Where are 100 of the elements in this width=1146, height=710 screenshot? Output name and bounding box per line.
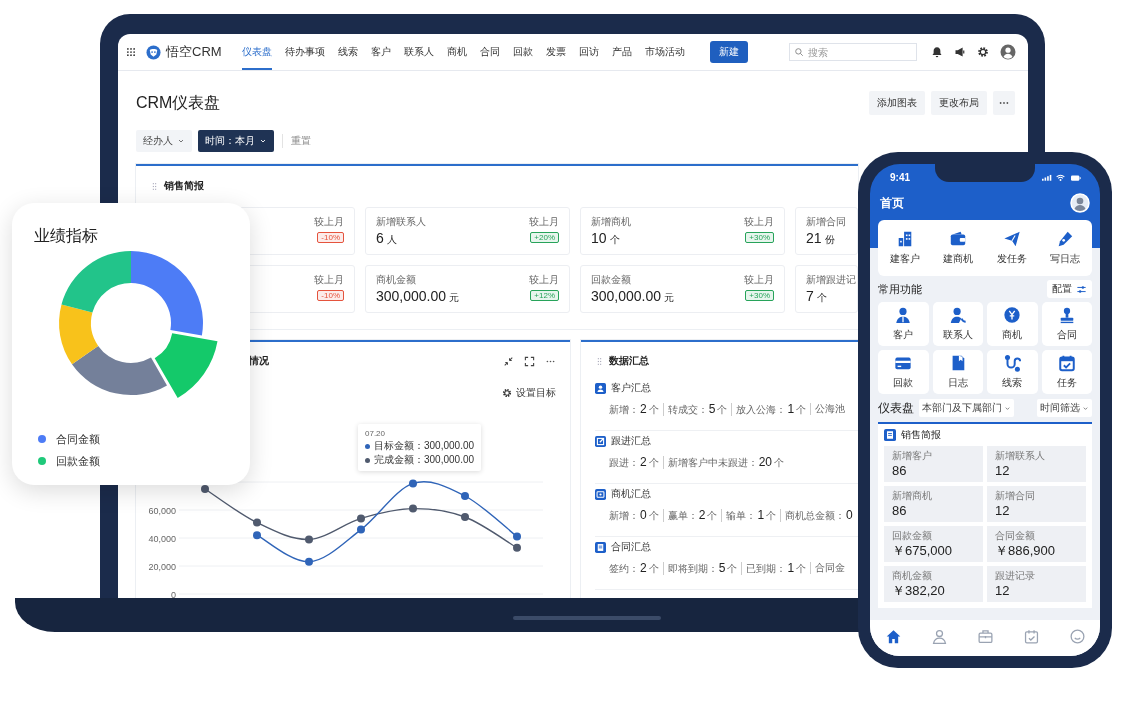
gear-icon: [502, 388, 512, 398]
settings-icon[interactable]: [977, 46, 989, 58]
panel-title: 销售简报: [164, 179, 204, 193]
change-badge: +20%: [530, 232, 559, 243]
drag-handle-icon[interactable]: [150, 181, 159, 191]
card-title: 新增联系人: [376, 215, 426, 228]
tile-value: ￥886,900: [995, 542, 1056, 559]
signal-icon: [1041, 172, 1052, 182]
data-point[interactable]: [513, 532, 521, 541]
reset-link[interactable]: 重置: [282, 134, 311, 148]
section-title: 跟进汇总: [611, 434, 651, 448]
tooltip-date: 07.20: [365, 428, 387, 439]
quick-action-button[interactable]: 发任务: [985, 220, 1039, 276]
dept-dropdown[interactable]: 本部门及下属部门: [919, 399, 1014, 417]
function-tile[interactable]: 回款: [878, 350, 929, 394]
function-tile[interactable]: 线索: [987, 350, 1038, 394]
data-point[interactable]: [461, 513, 469, 521]
nav-tab[interactable]: 待办事项: [284, 34, 325, 70]
compare-label: 较上月: [529, 215, 559, 228]
data-point[interactable]: [357, 514, 365, 523]
tile-label: 新增联系人: [995, 450, 1046, 462]
change-badge: +12%: [530, 290, 559, 301]
stat-text: 新增客户中未跟进：20 个: [662, 455, 789, 469]
data-point[interactable]: [305, 535, 313, 544]
card-title: 新增商机: [591, 215, 631, 228]
data-point[interactable]: [409, 479, 417, 488]
nav-tab[interactable]: 市场活动: [644, 34, 685, 70]
pen-icon: [1056, 230, 1075, 248]
nav-tab[interactable]: 回访: [578, 34, 599, 70]
nav-tab[interactable]: 合同: [479, 34, 500, 70]
data-point[interactable]: [409, 504, 417, 513]
home-icon[interactable]: [884, 627, 902, 645]
quick-action-button[interactable]: 写日志: [1038, 220, 1092, 276]
stat-text: 转成交：5 个: [662, 402, 732, 416]
shrink-icon[interactable]: [503, 355, 514, 367]
card-title: 商机金额: [376, 273, 417, 286]
change-badge: -10%: [317, 232, 344, 243]
megaphone-icon[interactable]: [954, 46, 966, 58]
nav-tab[interactable]: 回款: [512, 34, 533, 70]
function-tile[interactable]: 联系人: [932, 302, 983, 346]
card-title: 销售简报: [901, 428, 941, 442]
stat-value: 300,000.00 元: [376, 287, 460, 306]
time-dropdown[interactable]: 时间筛选: [1037, 399, 1092, 417]
function-tile[interactable]: 合同: [1041, 302, 1092, 346]
apps-grid-icon[interactable]: [126, 47, 136, 57]
data-point[interactable]: [461, 492, 469, 500]
drag-handle-icon[interactable]: [595, 356, 604, 366]
nav-tab[interactable]: 产品: [611, 34, 632, 70]
config-button[interactable]: 配置: [1047, 280, 1092, 298]
card-title: 回款金额: [591, 273, 632, 286]
nav-tab[interactable]: 线索: [337, 34, 358, 70]
data-point[interactable]: [253, 531, 261, 540]
function-tile[interactable]: 商机: [987, 302, 1038, 346]
nav-tab[interactable]: 客户: [370, 34, 391, 70]
tooltip-text: 完成金额：300,000.00: [374, 453, 475, 467]
axis-label: 60,000: [148, 505, 176, 516]
nav-tab[interactable]: 发票: [545, 34, 566, 70]
compare-label: 较上月: [314, 273, 344, 286]
avatar-icon[interactable]: [1000, 44, 1016, 60]
calendar-check-icon: [1057, 354, 1076, 372]
nav-tab[interactable]: 仪表盘: [241, 34, 272, 70]
route-icon: [1003, 354, 1022, 372]
document-icon: [595, 541, 606, 553]
new-button[interactable]: 新建: [709, 41, 748, 63]
data-point[interactable]: [357, 525, 365, 534]
quick-action-button[interactable]: 建客户: [878, 220, 932, 276]
toolbar-button[interactable]: 更改布局: [931, 91, 987, 115]
function-tile[interactable]: 客户: [878, 302, 929, 346]
function-tile[interactable]: 日志: [932, 350, 983, 394]
legend-label: 回款金额: [56, 453, 100, 469]
tile-label: 商机金额: [892, 570, 933, 582]
coin-icon: [1003, 306, 1022, 324]
data-point[interactable]: [201, 485, 209, 493]
data-point[interactable]: [513, 543, 521, 552]
data-point[interactable]: [305, 557, 313, 566]
search-field[interactable]: 搜索: [789, 43, 917, 61]
quick-action-button[interactable]: 建商机: [931, 220, 985, 276]
fullscreen-icon[interactable]: [524, 355, 535, 367]
data-point[interactable]: [253, 518, 261, 527]
change-badge: -10%: [317, 290, 344, 301]
wallet-icon: [949, 230, 968, 248]
bell-icon[interactable]: [931, 46, 943, 58]
toolbar-button[interactable]: 添加图表: [869, 91, 925, 115]
nav-tab[interactable]: 商机: [446, 34, 467, 70]
filter-dropdown[interactable]: 时间：本月: [198, 130, 274, 152]
stat-text: 公海池: [810, 403, 850, 415]
sliders-icon: [1076, 283, 1087, 295]
function-tile[interactable]: 任务: [1041, 350, 1092, 394]
filter-dropdown[interactable]: 经办人: [136, 130, 192, 152]
change-badge: +30%: [745, 290, 774, 301]
nav-tab[interactable]: 联系人: [403, 34, 434, 70]
stat-value: 6 人: [376, 229, 398, 248]
section-title: 合同汇总: [611, 540, 651, 554]
avatar-icon[interactable]: [1070, 193, 1090, 213]
person-icon: [595, 382, 606, 394]
stat-value: 300,000.00 元: [591, 287, 675, 306]
goal-button[interactable]: 设置目标: [502, 386, 556, 400]
section-title: 商机汇总: [611, 487, 651, 501]
tile-value: 12: [995, 462, 1011, 479]
edit-icon: [595, 435, 606, 447]
